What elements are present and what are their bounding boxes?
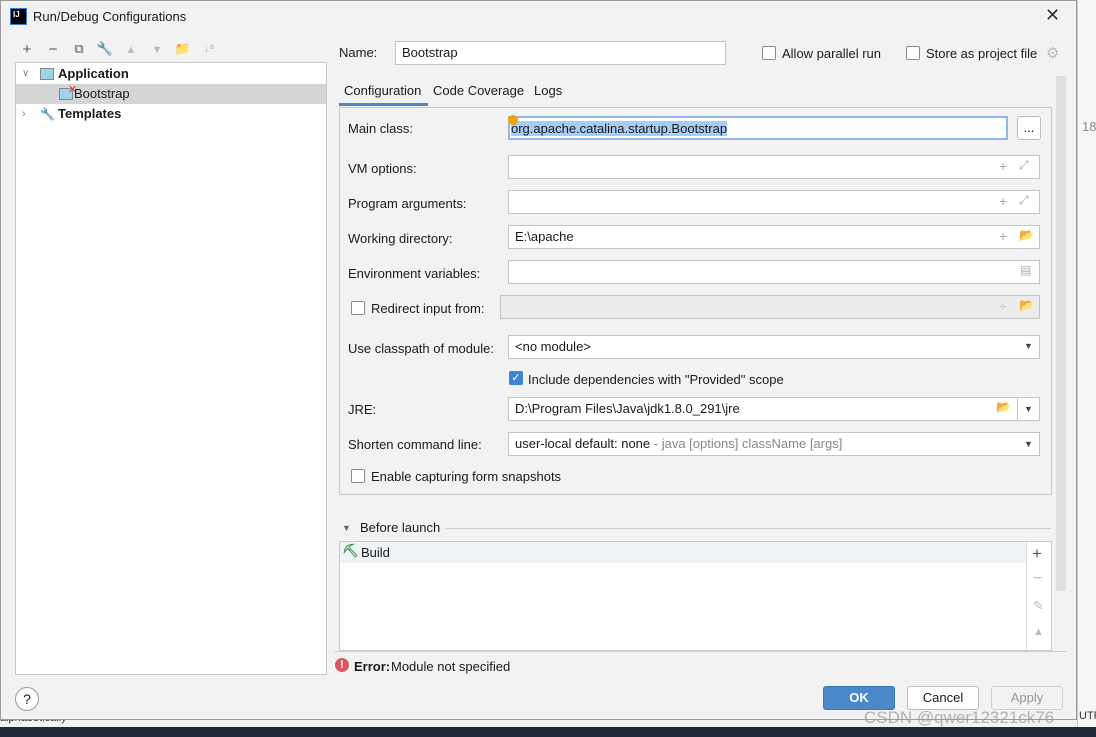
- tree-item-bootstrap[interactable]: ✕ Bootstrap: [16, 84, 326, 104]
- gear-icon[interactable]: ⚙: [1046, 44, 1059, 62]
- redirect-input-label: Redirect input from:: [371, 301, 485, 316]
- before-launch-list: ⛏ Build + − ✎ ▲: [339, 541, 1052, 651]
- close-icon[interactable]: ✕: [1045, 5, 1060, 26]
- run-debug-dialog: IJ Run/Debug Configurations ✕ + − ⧉ 🔧 ▲ …: [0, 0, 1077, 720]
- error-icon: !: [335, 658, 349, 672]
- shorten-command-label: Shorten command line:: [348, 437, 482, 452]
- ide-encoding: UTF-: [1079, 710, 1096, 722]
- plus-icon[interactable]: +: [999, 158, 1007, 174]
- shorten-value: user-local default: none: [515, 436, 651, 451]
- plus-icon[interactable]: +: [1032, 544, 1042, 564]
- tree-item-application[interactable]: ∨ Application: [16, 64, 326, 84]
- arrow-down-icon[interactable]: ▼: [148, 44, 166, 56]
- jre-label: JRE:: [348, 402, 377, 417]
- chevron-right-icon[interactable]: ›: [22, 104, 26, 124]
- browse-button[interactable]: ...: [1017, 116, 1041, 140]
- config-tree: ∨ Application ✕ Bootstrap › 🔧 Templates: [15, 62, 327, 675]
- module-label: Use classpath of module:: [348, 341, 494, 356]
- allow-parallel-label: Allow parallel run: [782, 46, 881, 61]
- working-directory-label: Working directory:: [348, 231, 453, 246]
- name-label: Name:: [339, 45, 378, 60]
- edit-icon[interactable]: ✎: [1033, 598, 1044, 614]
- error-message: Module not specified: [391, 659, 511, 674]
- folder-icon: 📂: [1019, 298, 1034, 312]
- active-tab-indicator: [339, 103, 428, 106]
- minus-icon[interactable]: −: [1033, 570, 1042, 588]
- new-folder-icon[interactable]: 📁: [174, 41, 192, 57]
- main-class-input[interactable]: org.apache.catalina.startup.Bootstrap: [508, 116, 1008, 140]
- redirect-input-field: [500, 295, 1040, 319]
- ide-background: 18: [1077, 0, 1096, 737]
- scrollbar[interactable]: [1056, 76, 1066, 591]
- vm-options-input[interactable]: [508, 155, 1040, 179]
- plus-icon[interactable]: +: [18, 41, 36, 58]
- main-class-label: Main class:: [348, 121, 414, 136]
- intellij-logo: IJ: [10, 8, 27, 25]
- minus-icon[interactable]: −: [44, 41, 62, 58]
- allow-parallel-checkbox[interactable]: [762, 46, 776, 60]
- cancel-button[interactable]: Cancel: [907, 686, 979, 710]
- store-project-label: Store as project file: [926, 46, 1038, 61]
- program-arguments-label: Program arguments:: [348, 196, 467, 211]
- tree-label: Templates: [58, 106, 122, 121]
- include-dependencies-label: Include dependencies with "Provided" sco…: [528, 372, 784, 387]
- sort-alpha-icon[interactable]: ↓ᵃ: [200, 41, 218, 55]
- dropdown-arrow-icon[interactable]: ▼: [1024, 404, 1033, 414]
- environment-variables-input[interactable]: [508, 260, 1040, 284]
- main-class-value: org.apache.catalina.startup.Bootstrap: [511, 121, 728, 136]
- jre-select[interactable]: D:\Program Files\Java\jdk1.8.0_291\jre: [508, 397, 1040, 421]
- name-input[interactable]: Bootstrap: [395, 41, 726, 65]
- apply-button[interactable]: Apply: [991, 686, 1063, 710]
- expand-icon[interactable]: ⤢: [1019, 158, 1029, 173]
- wrench-icon[interactable]: 🔧: [96, 41, 114, 57]
- folder-icon[interactable]: 📂: [1019, 228, 1034, 242]
- document-icon[interactable]: ▤: [1020, 263, 1031, 277]
- store-project-checkbox[interactable]: [906, 46, 920, 60]
- build-label: Build: [361, 545, 390, 560]
- hammer-icon: ⛏: [342, 543, 359, 558]
- redirect-input-checkbox[interactable]: [351, 301, 365, 315]
- working-directory-input[interactable]: E:\apache: [508, 225, 1040, 249]
- chevron-down-icon[interactable]: ∨: [22, 64, 29, 84]
- collapse-icon[interactable]: ▼: [342, 523, 351, 533]
- ide-line-number: 18: [1082, 119, 1096, 134]
- dropdown-arrow-icon[interactable]: ▼: [1024, 439, 1033, 449]
- tree-label: Bootstrap: [74, 86, 130, 101]
- shorten-hint: - java [options] className [args]: [650, 436, 843, 451]
- application-icon: [40, 68, 54, 80]
- tab-configuration[interactable]: Configuration: [344, 83, 421, 98]
- watermark: CSDN @qwer12321ck76: [864, 708, 1055, 727]
- tree-item-templates[interactable]: › 🔧 Templates: [16, 104, 326, 124]
- include-dependencies-checkbox[interactable]: ✓: [509, 371, 523, 385]
- vm-options-label: VM options:: [348, 161, 417, 176]
- intention-bulb-icon[interactable]: [508, 115, 518, 125]
- dialog-title: Run/Debug Configurations: [33, 9, 187, 24]
- environment-variables-label: Environment variables:: [348, 266, 481, 281]
- plus-icon[interactable]: +: [999, 228, 1007, 244]
- move-up-icon[interactable]: ▲: [1033, 626, 1044, 638]
- capture-snapshots-checkbox[interactable]: [351, 469, 365, 483]
- module-select[interactable]: <no module>: [508, 335, 1040, 359]
- ok-button[interactable]: OK: [823, 686, 895, 710]
- taskbar: [0, 727, 1096, 737]
- before-launch-title: Before launch: [360, 520, 441, 535]
- configuration-panel: Main class: org.apache.catalina.startup.…: [339, 107, 1052, 495]
- tab-code-coverage[interactable]: Code Coverage: [433, 83, 524, 98]
- program-arguments-input[interactable]: [508, 190, 1040, 214]
- list-item-build[interactable]: ⛏ Build: [340, 542, 1026, 563]
- folder-icon[interactable]: 📂: [996, 400, 1011, 414]
- plus-icon[interactable]: +: [999, 193, 1007, 209]
- copy-icon[interactable]: ⧉: [70, 41, 88, 57]
- arrow-up-icon[interactable]: ▲: [122, 44, 140, 56]
- error-prefix: Error:: [354, 659, 391, 674]
- help-button[interactable]: ?: [15, 687, 39, 711]
- tab-logs[interactable]: Logs: [534, 83, 562, 98]
- plus-icon: +: [999, 298, 1008, 314]
- dropdown-arrow-icon[interactable]: ▼: [1024, 341, 1033, 351]
- wrench-icon: 🔧: [40, 107, 55, 121]
- shorten-command-select[interactable]: user-local default: none - java [options…: [508, 432, 1040, 456]
- expand-icon[interactable]: ⤢: [1019, 193, 1029, 208]
- capture-snapshots-label: Enable capturing form snapshots: [371, 469, 562, 484]
